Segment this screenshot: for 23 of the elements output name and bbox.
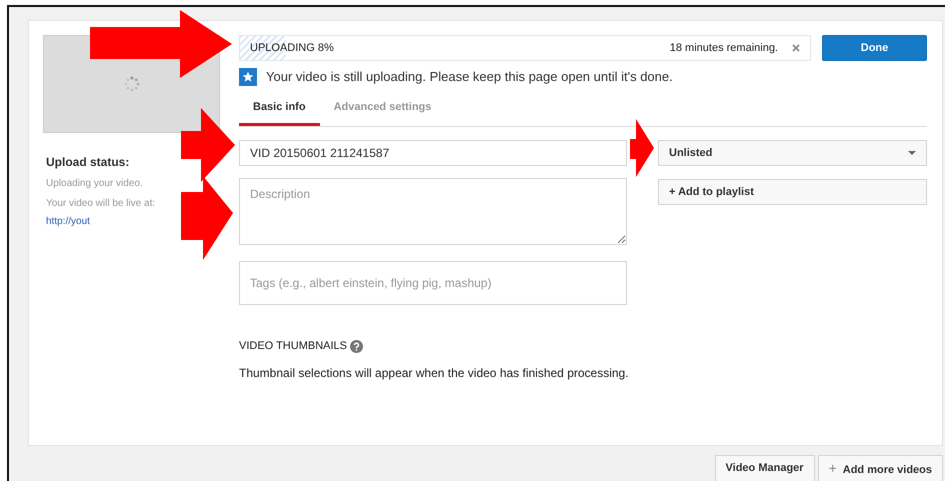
done-button[interactable]: Done: [822, 35, 927, 61]
video-manager-button[interactable]: Video Manager: [714, 455, 815, 481]
add-videos-button[interactable]: + Add more videos: [818, 455, 943, 481]
title-field[interactable]: VID 20150601 211241587: [239, 140, 627, 166]
privacy-dropdown[interactable]: Unlisted: [658, 140, 927, 166]
loading-spinner-icon: [124, 76, 140, 92]
time-remaining: 18 minutes remaining.: [670, 40, 778, 56]
annotation-arrow: [630, 119, 654, 177]
description-field[interactable]: Description: [239, 178, 627, 245]
upload-notice: Your video is still uploading. Please keep this page open until it's done.: [266, 68, 673, 86]
tab[interactable]: Basic info: [239, 92, 320, 126]
status-heading: Upload status:: [46, 154, 130, 171]
progress-label: UPLOADING 8%: [250, 40, 334, 56]
status-message: Uploading your video.: [46, 177, 144, 191]
tags-field[interactable]: Tags (e.g., albert einstein, flying pig, mashup): [239, 261, 627, 305]
caret-icon: [908, 151, 916, 155]
help-icon[interactable]: [350, 340, 363, 353]
section-heading: VIDEO THUMBNAILS: [239, 339, 347, 354]
video-link[interactable]: http://yout: [46, 216, 90, 227]
live-label: Your video will be live at:: [46, 197, 156, 211]
thumbnails-message: Thumbnail selections will appear when the video has finished processing.: [239, 364, 630, 382]
close-icon[interactable]: [792, 44, 800, 52]
add-to-playlist-button[interactable]: + Add to playlist: [658, 179, 927, 205]
